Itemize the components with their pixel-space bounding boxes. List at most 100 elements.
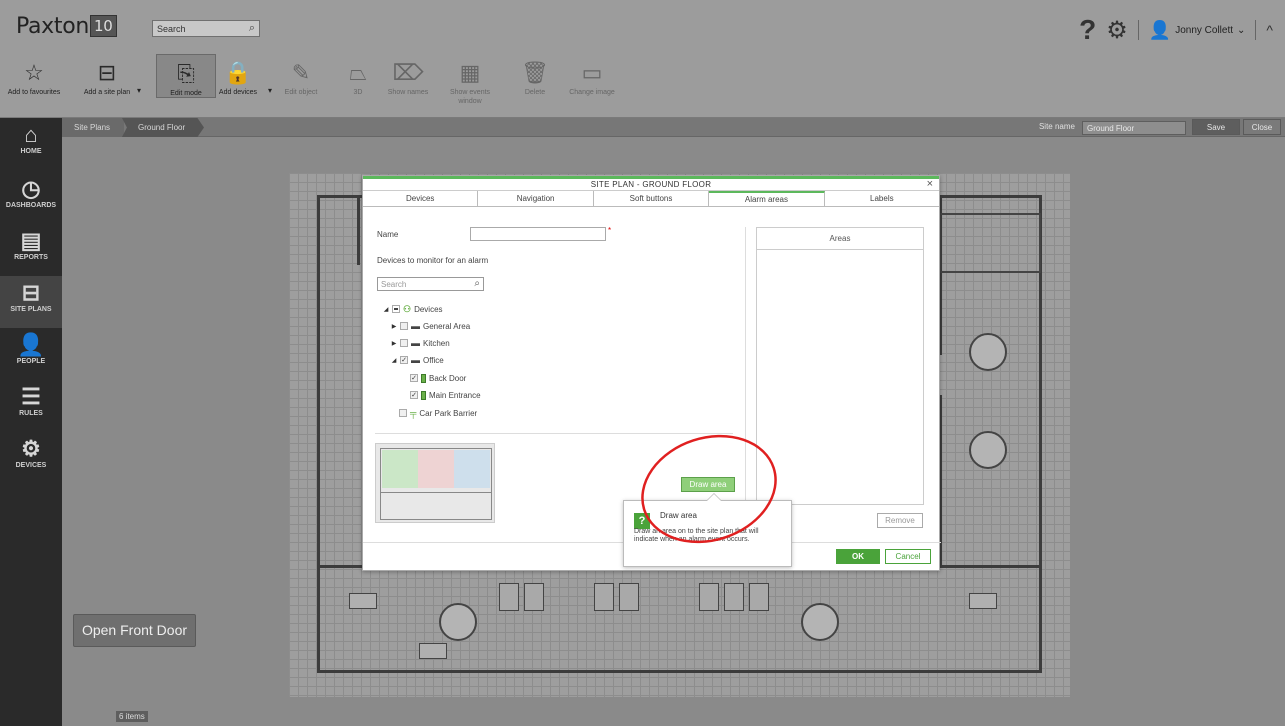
settings-gear-icon[interactable]: ⚙ [1106,16,1128,45]
tree-checkbox[interactable] [399,409,407,417]
star-icon: ☆ [24,60,44,85]
devices-icon: ⚙ [21,436,41,461]
add-to-favourites-button[interactable]: ☆ Add to favourites [4,58,64,97]
add-devices-button[interactable]: 🔒 Add devices ▾ [208,58,272,97]
collapsed-arrow-icon[interactable]: ▶ [391,340,397,347]
show-events-window-button[interactable]: ▦ Show events window [440,58,500,106]
nav-people[interactable]: 👤 PEOPLE [0,332,62,365]
search-icon[interactable]: ⌕ [249,22,255,35]
header-actions: ? ⚙ 👤 Jonny Collett ⌄ ^ [1079,14,1273,46]
lock-icon: 🔒 [224,60,252,85]
collapse-toolbar-icon[interactable]: ^ [1266,22,1273,38]
toilet-stall [724,583,744,611]
nav-dashboards[interactable]: ◷ DASHBOARDS [0,176,62,209]
tooltip-body: Draw an area on to the site plan that wi… [634,528,759,543]
remove-button[interactable]: Remove [877,513,923,528]
save-button[interactable]: Save [1192,119,1240,135]
tree-node-devices[interactable]: ◢ ⚇ Devices [383,303,443,315]
help-icon: ? [634,513,650,529]
collapsed-arrow-icon[interactable]: ▶ [391,323,397,330]
dialog-tabs: Devices Navigation Soft buttons Alarm ar… [363,191,940,207]
tree-node-kitchen[interactable]: ▶ ▬ Kitchen [391,337,450,349]
tree-node-back-door[interactable]: ✓ Back Door [410,372,466,384]
dialog-title: SITE PLAN - GROUND FLOOR [363,176,939,191]
draw-area-button[interactable]: Draw area [681,477,735,492]
name-input[interactable] [470,227,606,241]
site-name-label: Site name [1038,122,1075,131]
tree-node-office[interactable]: ◢ ✓ ▬ Office [391,354,444,366]
change-image-button[interactable]: ▭ Change image [562,58,622,97]
tree-node-main-entrance[interactable]: ✓ Main Entrance [410,389,481,401]
nav-devices[interactable]: ⚙ DEVICES [0,436,62,469]
tree-node-general-area[interactable]: ▶ ▬ General Area [391,320,470,332]
devices-group-icon: ⚇ [403,303,412,314]
expanded-arrow-icon[interactable]: ◢ [391,357,397,364]
items-count: 6 items [116,711,148,722]
report-icon: ▤ [20,228,42,253]
toilet-stall [524,583,544,611]
chevron-down-icon: ⌄ [1237,24,1246,36]
thumbnail-outline [380,448,492,520]
tree-checkbox-checked[interactable]: ✓ [400,356,408,364]
expanded-arrow-icon[interactable]: ◢ [383,306,389,313]
section-divider [375,433,733,434]
breadcrumb-ground-floor[interactable]: Ground Floor [122,118,204,137]
desk [349,593,377,609]
breadcrumb-site-plans[interactable]: Site Plans [62,118,125,137]
tab-labels[interactable]: Labels [824,191,940,206]
header-divider [1255,20,1257,40]
areas-panel: Areas [756,227,924,505]
round-table [969,431,1007,469]
dropdown-arrow-icon[interactable]: ▾ [137,86,141,95]
cancel-button[interactable]: Cancel [885,549,931,564]
add-site-plan-button[interactable]: ⊟ Add a site plan ▾ [77,58,141,97]
edit-object-button[interactable]: ✎ Edit object [271,58,331,97]
nav-site-plans[interactable]: ⊟ SITE PLANS [0,276,62,328]
tree-node-car-park-barrier[interactable]: ╤ Car Park Barrier [399,407,477,419]
nav-reports[interactable]: ▤ REPORTS [0,228,62,261]
folder-icon: ▬ [411,321,420,331]
ok-button[interactable]: OK [836,549,880,564]
desk [969,593,997,609]
trash-icon: 🗑 [521,60,549,85]
device-search-input[interactable]: Search ⌕ [377,277,484,291]
site-plan-thumbnail[interactable] [375,443,495,523]
tag-icon: ⌦ [392,60,424,85]
global-search-input[interactable]: Search ⌕ [152,20,260,37]
tree-checkbox-checked[interactable]: ✓ [410,391,418,399]
search-icon[interactable]: ⌕ [474,278,480,289]
close-icon[interactable]: × [927,178,933,190]
desk [419,643,447,659]
delete-button[interactable]: 🗑 Delete [505,58,565,97]
rules-icon: ☰ [21,384,41,409]
close-button[interactable]: Close [1243,119,1281,135]
required-marker: * [608,226,612,235]
person-icon: 👤 [17,332,45,357]
toilet-stall [594,583,614,611]
show-names-button[interactable]: ⌦ Show names [378,58,438,97]
site-plan-icon: ⊟ [21,280,41,305]
tree-checkbox[interactable] [400,339,408,347]
name-label: Name [377,230,399,239]
left-navigation: ⌂ HOME ◷ DASHBOARDS ▤ REPORTS ⊟ SITE PLA… [0,118,62,726]
open-front-door-button[interactable]: Open Front Door [73,614,196,647]
tree-checkbox[interactable] [400,322,408,330]
tree-checkbox-partial[interactable] [392,305,400,313]
ribbon-toolbar: ☆ Add to favourites ⊟ Add a site plan ▾ … [0,54,640,118]
user-menu[interactable]: 👤 Jonny Collett ⌄ [1149,20,1246,41]
tree-checkbox-checked[interactable]: ✓ [410,374,418,382]
tab-alarm-areas[interactable]: Alarm areas [709,191,825,206]
barrier-icon: ╤ [410,408,417,418]
edit-mode-button[interactable]: ⎘ Edit mode [156,54,216,98]
tab-devices[interactable]: Devices [363,191,479,206]
tab-navigation[interactable]: Navigation [478,191,594,206]
tab-soft-buttons[interactable]: Soft buttons [593,191,710,206]
events-window-icon: ▦ [459,60,481,85]
site-name-input[interactable]: Ground Floor [1082,121,1186,135]
column-divider [745,227,746,535]
top-bar: Paxton 10 Search ⌕ ? ⚙ 👤 Jonny Collett ⌄ … [0,0,1285,118]
nav-rules[interactable]: ☰ RULES [0,384,62,417]
help-icon[interactable]: ? [1079,14,1096,46]
nav-home[interactable]: ⌂ HOME [0,122,62,155]
draw-area-tooltip: ? Draw area Draw an area on to the site … [623,493,792,567]
